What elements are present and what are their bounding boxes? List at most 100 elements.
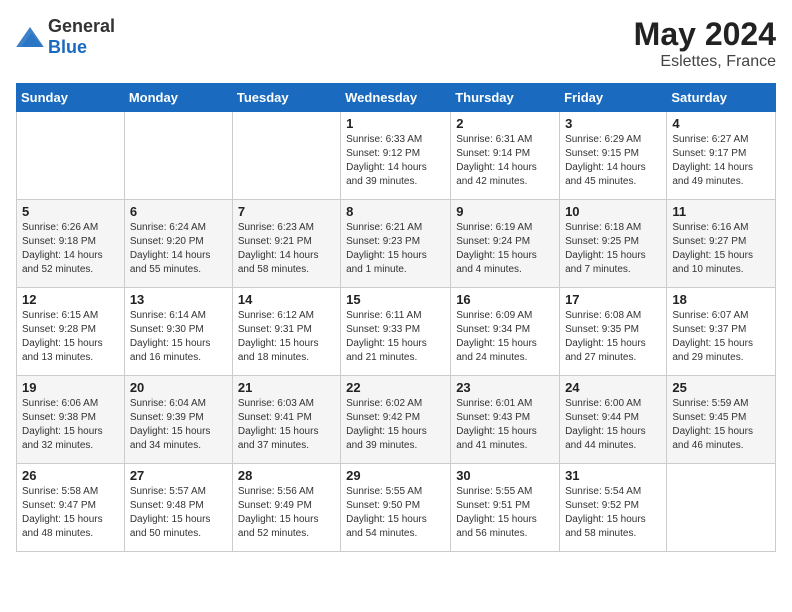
day-number: 23: [456, 380, 554, 395]
header-row: SundayMondayTuesdayWednesdayThursdayFrid…: [17, 84, 776, 112]
day-info: Sunrise: 5:59 AM Sunset: 9:45 PM Dayligh…: [672, 397, 770, 453]
day-cell: 3Sunrise: 6:29 AM Sunset: 9:15 PM Daylig…: [560, 112, 667, 200]
day-info: Sunrise: 5:57 AM Sunset: 9:48 PM Dayligh…: [130, 485, 227, 541]
day-number: 10: [565, 204, 661, 219]
day-info: Sunrise: 5:55 AM Sunset: 9:50 PM Dayligh…: [346, 485, 445, 541]
day-cell: 29Sunrise: 5:55 AM Sunset: 9:50 PM Dayli…: [341, 464, 451, 552]
day-cell: 28 Sunrise: 5:56 AM Sunset: 9:49 PM Dayli…: [232, 464, 340, 552]
day-number: 15: [346, 292, 445, 307]
day-number: 18: [672, 292, 770, 307]
day-info: Sunrise: 6:21 AM Sunset: 9:23 PM Dayligh…: [346, 221, 445, 277]
day-number: 7: [238, 204, 335, 219]
day-number: 27: [130, 468, 227, 483]
day-info: Sunrise: 6:04 AM Sunset: 9:39 PM Dayligh…: [130, 397, 227, 453]
day-cell: 6 Sunrise: 6:24 AM Sunset: 9:20 PM Daylig…: [124, 200, 232, 288]
day-number: 16: [456, 292, 554, 307]
day-number: 6: [130, 204, 227, 219]
day-number: 30: [456, 468, 554, 483]
day-cell: 12 Sunrise: 6:15 AM Sunset: 9:28 PM Dayli…: [17, 288, 125, 376]
col-header-tuesday: Tuesday: [232, 84, 340, 112]
calendar-title: May 2024: [634, 16, 776, 53]
day-cell: 27 Sunrise: 5:57 AM Sunset: 9:48 PM Dayli…: [124, 464, 232, 552]
day-number: 26: [22, 468, 119, 483]
col-header-sunday: Sunday: [17, 84, 125, 112]
day-cell: 10 Sunrise: 6:18 AM Sunset: 9:25 PM Dayli…: [560, 200, 667, 288]
logo-text-blue: Blue: [48, 37, 87, 57]
logo: General Blue: [16, 16, 115, 58]
day-info: Sunrise: 6:23 AM Sunset: 9:21 PM Dayligh…: [238, 221, 335, 277]
day-number: 24: [565, 380, 661, 395]
day-info: Sunrise: 6:06 AM Sunset: 9:38 PM Dayligh…: [22, 397, 119, 453]
day-cell: 5Sunrise: 6:26 AM Sunset: 9:18 PM Daylig…: [17, 200, 125, 288]
day-info: Sunrise: 6:08 AM Sunset: 9:35 PM Dayligh…: [565, 309, 661, 365]
day-info: Sunrise: 6:03 AM Sunset: 9:41 PM Dayligh…: [238, 397, 335, 453]
day-cell: 25 Sunrise: 5:59 AM Sunset: 9:45 PM Dayli…: [667, 376, 776, 464]
week-row-1: 1Sunrise: 6:33 AM Sunset: 9:12 PM Daylig…: [17, 112, 776, 200]
day-info: Sunrise: 6:12 AM Sunset: 9:31 PM Dayligh…: [238, 309, 335, 365]
day-info: Sunrise: 5:55 AM Sunset: 9:51 PM Dayligh…: [456, 485, 554, 541]
day-cell: [667, 464, 776, 552]
page-header: General Blue May 2024 Eslettes, France: [16, 16, 776, 71]
day-cell: 15 Sunrise: 6:11 AM Sunset: 9:33 PM Dayli…: [341, 288, 451, 376]
col-header-wednesday: Wednesday: [341, 84, 451, 112]
day-info: Sunrise: 6:07 AM Sunset: 9:37 PM Dayligh…: [672, 309, 770, 365]
day-cell: 2 Sunrise: 6:31 AM Sunset: 9:14 PM Daylig…: [451, 112, 560, 200]
day-info: Sunrise: 6:19 AM Sunset: 9:24 PM Dayligh…: [456, 221, 554, 277]
day-cell: 13Sunrise: 6:14 AM Sunset: 9:30 PM Dayli…: [124, 288, 232, 376]
day-info: Sunrise: 5:54 AM Sunset: 9:52 PM Dayligh…: [565, 485, 661, 541]
day-cell: 23Sunrise: 6:01 AM Sunset: 9:43 PM Dayli…: [451, 376, 560, 464]
calendar-table: SundayMondayTuesdayWednesdayThursdayFrid…: [16, 83, 776, 552]
day-number: 25: [672, 380, 770, 395]
day-info: Sunrise: 6:09 AM Sunset: 9:34 PM Dayligh…: [456, 309, 554, 365]
day-cell: 14 Sunrise: 6:12 AM Sunset: 9:31 PM Dayli…: [232, 288, 340, 376]
day-cell: 17 Sunrise: 6:08 AM Sunset: 9:35 PM Dayli…: [560, 288, 667, 376]
day-info: Sunrise: 6:15 AM Sunset: 9:28 PM Dayligh…: [22, 309, 119, 365]
week-row-5: 26 Sunrise: 5:58 AM Sunset: 9:47 PM Dayli…: [17, 464, 776, 552]
logo-text-general: General: [48, 16, 115, 36]
day-cell: 8Sunrise: 6:21 AM Sunset: 9:23 PM Daylig…: [341, 200, 451, 288]
day-number: 3: [565, 116, 661, 131]
day-number: 12: [22, 292, 119, 307]
day-info: Sunrise: 6:11 AM Sunset: 9:33 PM Dayligh…: [346, 309, 445, 365]
day-cell: 31 Sunrise: 5:54 AM Sunset: 9:52 PM Dayli…: [560, 464, 667, 552]
week-row-4: 19 Sunrise: 6:06 AM Sunset: 9:38 PM Dayli…: [17, 376, 776, 464]
day-number: 21: [238, 380, 335, 395]
logo-icon: [16, 27, 44, 47]
day-info: Sunrise: 5:56 AM Sunset: 9:49 PM Dayligh…: [238, 485, 335, 541]
day-info: Sunrise: 6:18 AM Sunset: 9:25 PM Dayligh…: [565, 221, 661, 277]
col-header-thursday: Thursday: [451, 84, 560, 112]
day-number: 14: [238, 292, 335, 307]
day-cell: 21 Sunrise: 6:03 AM Sunset: 9:41 PM Dayli…: [232, 376, 340, 464]
week-row-2: 5Sunrise: 6:26 AM Sunset: 9:18 PM Daylig…: [17, 200, 776, 288]
day-cell: 24Sunrise: 6:00 AM Sunset: 9:44 PM Dayli…: [560, 376, 667, 464]
day-number: 9: [456, 204, 554, 219]
day-cell: 18 Sunrise: 6:07 AM Sunset: 9:37 PM Dayli…: [667, 288, 776, 376]
day-number: 1: [346, 116, 445, 131]
day-cell: 4Sunrise: 6:27 AM Sunset: 9:17 PM Daylig…: [667, 112, 776, 200]
day-cell: [17, 112, 125, 200]
day-info: Sunrise: 6:02 AM Sunset: 9:42 PM Dayligh…: [346, 397, 445, 453]
day-number: 2: [456, 116, 554, 131]
day-number: 19: [22, 380, 119, 395]
title-block: May 2024 Eslettes, France: [634, 16, 776, 71]
day-number: 28: [238, 468, 335, 483]
day-number: 20: [130, 380, 227, 395]
day-cell: 19 Sunrise: 6:06 AM Sunset: 9:38 PM Dayli…: [17, 376, 125, 464]
day-cell: [124, 112, 232, 200]
col-header-saturday: Saturday: [667, 84, 776, 112]
week-row-3: 12 Sunrise: 6:15 AM Sunset: 9:28 PM Dayli…: [17, 288, 776, 376]
day-info: Sunrise: 6:27 AM Sunset: 9:17 PM Dayligh…: [672, 133, 770, 189]
day-number: 31: [565, 468, 661, 483]
day-cell: 7 Sunrise: 6:23 AM Sunset: 9:21 PM Daylig…: [232, 200, 340, 288]
day-number: 13: [130, 292, 227, 307]
day-info: Sunrise: 6:31 AM Sunset: 9:14 PM Dayligh…: [456, 133, 554, 189]
day-cell: 22 Sunrise: 6:02 AM Sunset: 9:42 PM Dayli…: [341, 376, 451, 464]
day-cell: 30 Sunrise: 5:55 AM Sunset: 9:51 PM Dayli…: [451, 464, 560, 552]
day-cell: 16 Sunrise: 6:09 AM Sunset: 9:34 PM Dayli…: [451, 288, 560, 376]
day-number: 5: [22, 204, 119, 219]
day-info: Sunrise: 6:24 AM Sunset: 9:20 PM Dayligh…: [130, 221, 227, 277]
day-info: Sunrise: 5:58 AM Sunset: 9:47 PM Dayligh…: [22, 485, 119, 541]
calendar-location: Eslettes, France: [634, 53, 776, 71]
day-number: 22: [346, 380, 445, 395]
day-number: 17: [565, 292, 661, 307]
